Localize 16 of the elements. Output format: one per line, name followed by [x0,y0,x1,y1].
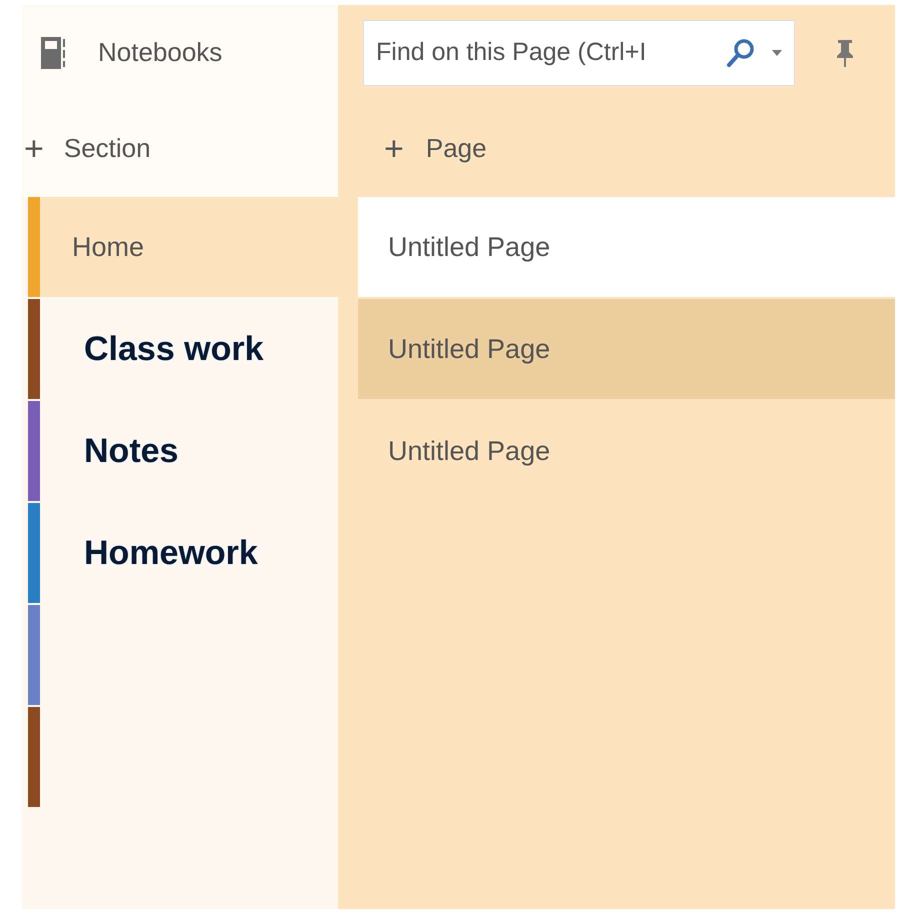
notebook-icon [40,36,66,70]
notebooks-label[interactable]: Notebooks [98,33,222,72]
pin-icon[interactable] [835,38,855,66]
page-list-item[interactable]: Untitled Page [358,197,895,297]
dropdown-arrow-icon[interactable] [772,50,782,56]
section-label: Class work [84,328,264,370]
add-section-button[interactable]: + Section [22,100,338,197]
add-page-button[interactable]: + Page [338,100,895,197]
section-label: Homework [84,532,258,574]
section-tab[interactable]: Home [28,197,338,297]
section-label: Notes [84,430,178,472]
page-list-item[interactable]: Untitled Page [358,299,895,399]
search-icon[interactable] [726,38,756,68]
search-input[interactable]: Find on this Page (Ctrl+I [376,34,720,72]
section-label: Home [72,230,144,264]
search-field[interactable]: Find on this Page (Ctrl+I [363,20,795,86]
